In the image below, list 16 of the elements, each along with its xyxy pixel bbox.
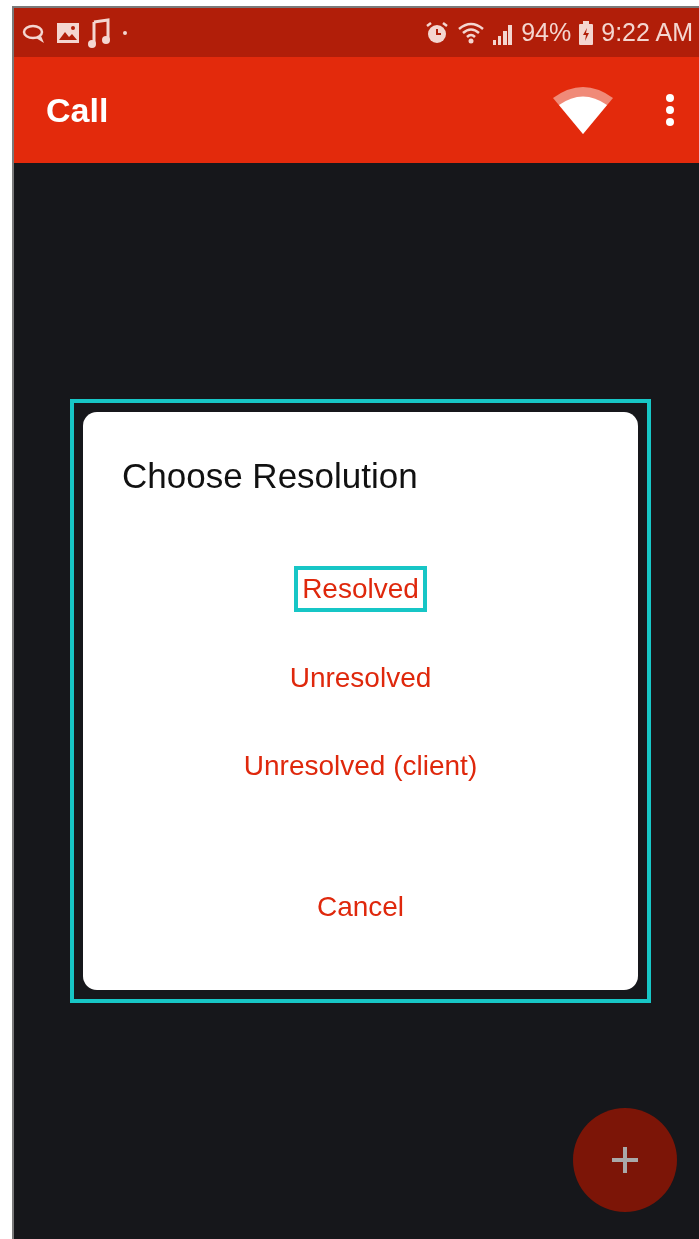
clock-time: 9:22 AM (601, 18, 693, 47)
dot-icon (122, 29, 128, 36)
menu-icon (665, 93, 675, 127)
battery-percentage: 94% (521, 18, 572, 47)
wifi-signal-icon (457, 20, 514, 45)
dialog-title: Choose Resolution (122, 456, 419, 496)
alarm-icon (425, 20, 450, 45)
image-icon (56, 21, 80, 44)
wifi-icon[interactable] (553, 86, 613, 134)
option-button[interactable]: Resolved (294, 566, 427, 612)
option-button[interactable]: Unresolved (client) (236, 744, 485, 788)
app-bar-title: Call (46, 90, 110, 130)
cancel-button[interactable]: Cancel (310, 890, 411, 924)
option-button[interactable]: Unresolved (282, 656, 439, 700)
plus-icon (610, 1145, 640, 1175)
battery-charging-icon (579, 20, 594, 45)
